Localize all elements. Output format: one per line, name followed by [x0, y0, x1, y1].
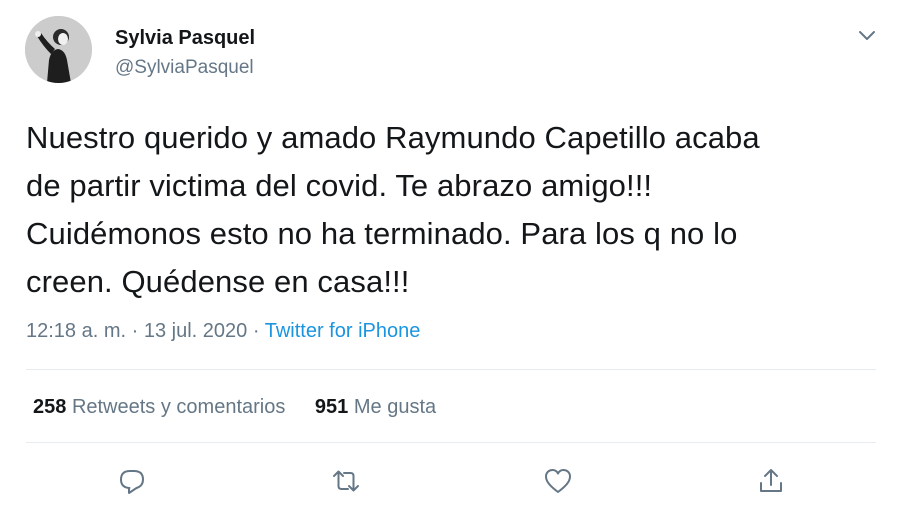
reply-icon[interactable] [117, 466, 147, 496]
avatar[interactable] [25, 16, 92, 83]
chevron-down-icon[interactable] [856, 28, 878, 44]
tweet-text-line: de partir victima del covid. Te abrazo a… [26, 168, 653, 203]
likes-count: 951 [314, 396, 349, 418]
meta-separator: · [252, 320, 260, 342]
tweet-text: Nuestro querido y amado Raymundo Capetil… [26, 114, 876, 306]
user-display-name[interactable]: Sylvia Pasquel [115, 27, 255, 50]
retweets-count: 258 [33, 396, 67, 418]
tweet-time[interactable]: 12:18 a. m. [26, 320, 126, 342]
tweet-metadata: 12:18 a. m. · 13 jul. 2020 · Twitter for… [26, 320, 420, 343]
retweets-label: Retweets y comentarios [71, 396, 286, 418]
likes-stat[interactable]: 951 Me gusta [315, 396, 436, 419]
divider [26, 369, 876, 370]
heart-icon[interactable] [543, 466, 573, 496]
tweet-card: Sylvia Pasquel @SylviaPasquel Nuestro qu… [0, 0, 898, 516]
divider [26, 442, 876, 443]
meta-separator: · [131, 320, 139, 342]
retweets-stat[interactable]: 258 Retweets y comentarios [33, 396, 285, 419]
retweet-icon[interactable] [331, 466, 361, 496]
tweet-text-line: Nuestro querido y amado Raymundo Capetil… [26, 120, 760, 155]
tweet-text-line: Cuidémonos esto no ha terminado. Para lo… [26, 216, 738, 251]
user-handle[interactable]: @SylviaPasquel [115, 57, 254, 79]
tweet-date[interactable]: 13 jul. 2020 [144, 320, 247, 342]
tweet-source-link[interactable]: Twitter for iPhone [265, 320, 421, 342]
share-icon[interactable] [756, 466, 786, 496]
likes-label: Me gusta [353, 396, 437, 418]
tweet-stats: 258 Retweets y comentarios 951 Me gusta [33, 396, 436, 419]
tweet-text-line: creen. Quédense en casa!!! [26, 264, 410, 299]
